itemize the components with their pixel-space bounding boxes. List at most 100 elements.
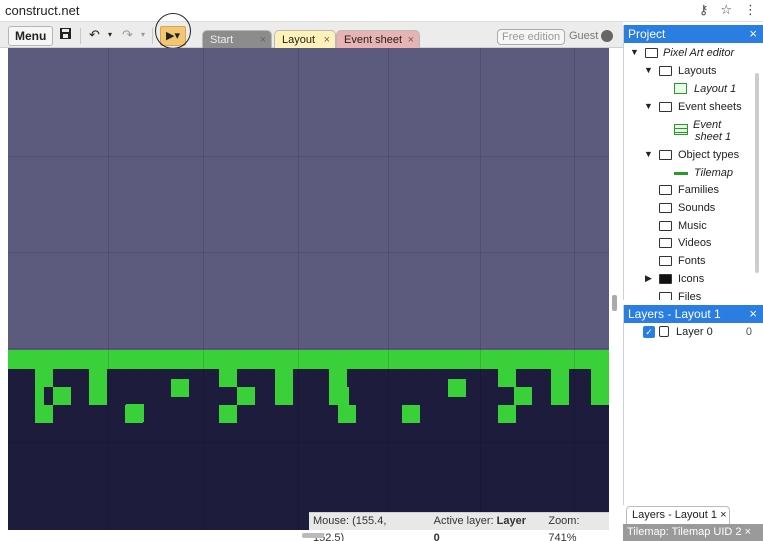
grass-tile — [498, 369, 516, 387]
close-icon[interactable]: × — [720, 509, 726, 521]
layer-row[interactable]: ✓ Layer 0 0 — [624, 323, 763, 341]
grid-line — [480, 48, 481, 530]
sky-area — [8, 48, 609, 350]
horizontal-scrollbar-thumb[interactable] — [302, 533, 324, 538]
url-text[interactable]: construct.net — [5, 3, 79, 18]
folder-icon — [659, 292, 672, 300]
folder-icon — [659, 150, 672, 160]
star-icon[interactable]: ☆ — [720, 2, 732, 18]
tree-item-icons[interactable]: Icons — [678, 272, 704, 286]
tab-label: Start page — [210, 34, 234, 64]
grid-line — [203, 48, 204, 530]
grass-tile — [498, 405, 516, 423]
grass-tile — [402, 405, 420, 423]
grid-line — [298, 48, 299, 530]
tree-item-tilemap[interactable]: Tilemap — [694, 166, 733, 180]
preview-button[interactable]: ▶▾ — [160, 26, 186, 46]
grid-line — [388, 48, 389, 530]
tree-item-event-sheet-1[interactable]: sheet 1 — [695, 130, 731, 144]
chevron-right-icon[interactable]: ▶ — [645, 273, 652, 284]
panel-title: Project — [628, 27, 666, 41]
chevron-down-icon[interactable]: ▼ — [630, 47, 639, 57]
grass-tile — [551, 387, 569, 405]
grid-line — [574, 48, 575, 530]
close-icon[interactable]: × — [749, 25, 757, 43]
grass-tile — [35, 369, 53, 387]
grass-tile — [219, 405, 237, 423]
layer-name: Layer 0 — [676, 326, 713, 338]
grass-tile — [171, 379, 189, 397]
layout-canvas[interactable] — [8, 48, 609, 530]
tree-item-videos[interactable]: Videos — [678, 236, 711, 250]
close-icon[interactable]: × — [408, 31, 414, 49]
vertical-scrollbar-thumb[interactable] — [612, 295, 617, 311]
grass-tile — [89, 387, 107, 405]
folder-icon — [645, 48, 658, 58]
chevron-down-icon[interactable]: ▾ — [141, 30, 145, 39]
layer-index: 0 — [745, 326, 752, 338]
project-tree: ▼ Pixel Art editor ▼ Layouts Layout 1 ▼ … — [624, 43, 763, 300]
grass-tile — [126, 404, 144, 422]
toolbar-divider — [152, 28, 153, 44]
tree-item-root[interactable]: Pixel Art editor — [663, 46, 734, 60]
folder-icon — [659, 221, 672, 231]
chevron-down-icon[interactable]: ▼ — [644, 149, 653, 159]
close-icon[interactable]: × — [324, 31, 330, 49]
chevron-down-icon[interactable]: ▼ — [644, 65, 653, 75]
tree-item-layouts[interactable]: Layouts — [678, 64, 717, 78]
grass-tile — [551, 369, 569, 387]
close-icon[interactable]: × — [260, 31, 266, 49]
visibility-checkbox[interactable]: ✓ — [643, 326, 655, 338]
save-icon[interactable] — [59, 27, 72, 43]
guest-label[interactable]: Guest — [569, 30, 598, 42]
layout-icon — [674, 83, 687, 94]
grass-tile — [219, 369, 237, 387]
properties-title: Tilemap: Tilemap UID 2 — [627, 526, 742, 538]
tab-layout-1[interactable]: Layout 1 × — [274, 30, 336, 64]
close-icon[interactable]: × — [745, 526, 751, 538]
tree-item-layout-1[interactable]: Layout 1 — [694, 82, 736, 96]
grid-line — [8, 348, 609, 349]
grass-tile — [338, 405, 356, 423]
folder-icon — [659, 274, 672, 284]
properties-bar[interactable]: Tilemap: Tilemap UID 2 × — [623, 524, 763, 541]
tab-start-page[interactable]: Start page × — [202, 30, 272, 64]
grass-tile — [53, 387, 71, 405]
redo-icon[interactable]: ↷ — [122, 27, 133, 43]
folder-icon — [659, 185, 672, 195]
grass-tile — [448, 379, 466, 397]
key-icon[interactable]: ⚷ — [699, 2, 709, 18]
grid-line — [8, 252, 609, 253]
tab-label: Layout 1 — [282, 34, 316, 64]
grass-tile — [329, 387, 349, 405]
user-avatar-icon[interactable] — [601, 30, 613, 42]
grid-line — [8, 442, 609, 443]
close-icon[interactable]: × — [749, 305, 757, 323]
tab-event-sheet-1[interactable]: Event sheet 1 × — [336, 30, 420, 64]
chevron-down-icon[interactable]: ▾ — [108, 30, 112, 39]
mouse-position: Mouse: (155.4, 152.5) — [313, 515, 387, 541]
project-panel-header: Project × — [624, 25, 763, 43]
tab-label: Layers - Layout 1 — [632, 509, 717, 521]
tree-item-files[interactable]: Files — [678, 290, 701, 300]
tree-item-sounds[interactable]: Sounds — [678, 201, 715, 215]
tree-item-families[interactable]: Families — [678, 183, 719, 197]
project-scrollbar[interactable] — [755, 73, 759, 273]
free-edition-badge[interactable]: Free edition — [497, 29, 566, 45]
lock-icon[interactable] — [659, 326, 669, 337]
kebab-icon[interactable]: ⋮ — [744, 2, 757, 18]
tab-layers-layout-1[interactable]: Layers - Layout 1 × — [626, 506, 730, 524]
grass-tile — [514, 387, 532, 405]
tree-item-fonts[interactable]: Fonts — [678, 254, 706, 268]
menu-button[interactable]: Menu — [8, 26, 54, 46]
panel-title: Layers - Layout 1 — [628, 307, 721, 321]
grass-tile — [35, 405, 53, 423]
project-panel: Project × ▼ Pixel Art editor ▼ Layouts L… — [623, 25, 763, 300]
layers-panel-header: Layers - Layout 1 × — [624, 305, 763, 323]
undo-icon[interactable]: ↶ — [89, 27, 100, 43]
chevron-down-icon[interactable]: ▼ — [644, 101, 653, 111]
tree-item-music[interactable]: Music — [678, 219, 707, 233]
tree-item-object-types[interactable]: Object types — [678, 148, 739, 162]
tree-item-event-sheets[interactable]: Event sheets — [678, 100, 742, 114]
tab-label: Event sheet 1 — [344, 34, 403, 64]
